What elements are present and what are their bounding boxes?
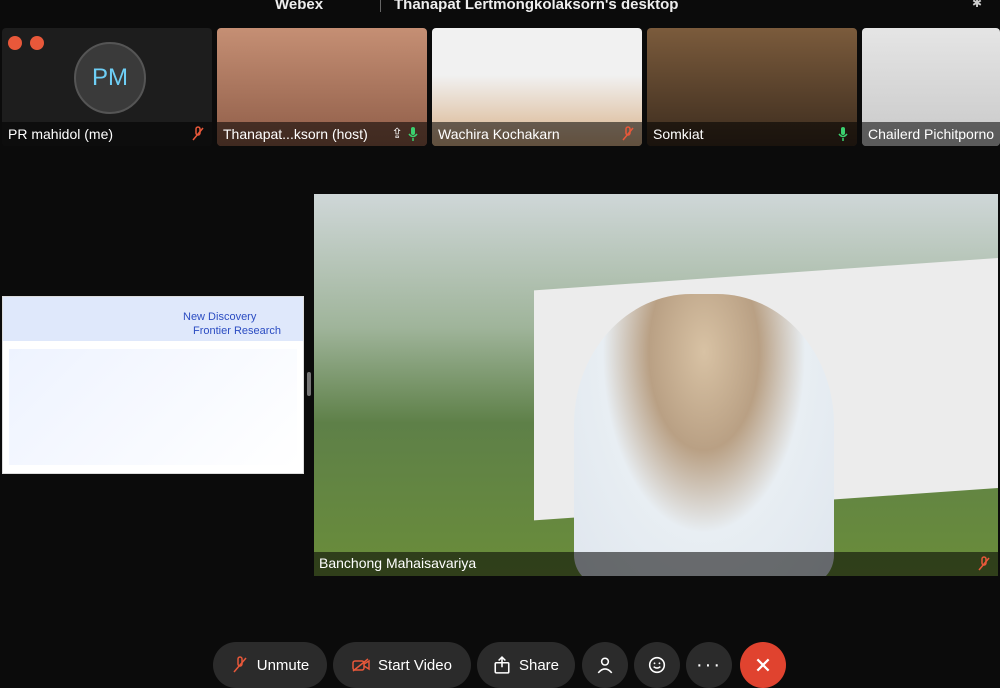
participant-name: Chailerd Pichitporno xyxy=(868,126,995,142)
speaker-figure xyxy=(574,294,834,576)
active-speaker-video[interactable]: Banchong Mahaisavariya xyxy=(314,194,998,576)
mic-on-icon xyxy=(408,127,418,141)
start-video-button[interactable]: Start Video xyxy=(333,642,471,688)
title-separator xyxy=(380,0,381,12)
start-video-label: Start Video xyxy=(378,656,452,674)
unmute-label: Unmute xyxy=(256,656,310,674)
slide-header: New Discovery Frontier Research xyxy=(3,297,303,341)
reactions-button[interactable] xyxy=(634,642,680,688)
participant-tile-wachira[interactable]: Wachira Kochakarn xyxy=(432,28,642,146)
sharing-icon: ⇪ xyxy=(391,125,403,141)
sharing-title: Thanapat Lertmongkolaksorn's desktop xyxy=(394,0,679,13)
resize-handle[interactable] xyxy=(307,372,311,396)
participant-tile-host[interactable]: Thanapat...ksorn (host) ⇪ xyxy=(217,28,427,146)
recording-badge xyxy=(30,36,44,50)
share-icon xyxy=(494,656,510,674)
speaker-name: Banchong Mahaisavariya xyxy=(319,555,477,571)
participant-tile-chailerd[interactable]: Chailerd Pichitporno xyxy=(862,28,1000,146)
participant-name: Somkiat xyxy=(653,126,704,142)
slide-title-2: Frontier Research xyxy=(193,325,282,337)
close-icon xyxy=(756,658,770,672)
tile-name-bar: Chailerd Pichitporno xyxy=(862,122,1000,146)
participant-tile-somkiat[interactable]: Somkiat xyxy=(647,28,857,146)
share-button[interactable]: Share xyxy=(477,642,575,688)
participants-button[interactable] xyxy=(582,642,628,688)
tile-name-bar: Somkiat xyxy=(647,122,857,146)
participant-name: PR mahidol (me) xyxy=(8,126,114,142)
mic-on-icon xyxy=(838,127,848,141)
smiley-icon xyxy=(648,656,666,674)
video-off-icon xyxy=(352,658,370,672)
unmute-button[interactable]: Unmute xyxy=(213,642,327,688)
share-label: Share xyxy=(518,656,560,674)
leave-meeting-button[interactable] xyxy=(740,642,786,688)
more-options-button[interactable]: ··· xyxy=(686,642,732,688)
participant-name: Thanapat...ksorn (host) xyxy=(223,126,368,142)
tile-name-bar: Thanapat...ksorn (host) ⇪ xyxy=(217,122,427,146)
mic-muted-icon xyxy=(622,126,634,141)
notification-badge xyxy=(8,36,22,50)
title-bar: Webex Thanapat Lertmongkolaksorn's deskt… xyxy=(0,0,1000,14)
mic-muted-icon xyxy=(233,656,247,673)
person-icon xyxy=(597,657,613,674)
bluetooth-icon: ✱ xyxy=(972,0,983,10)
avatar: PM xyxy=(74,42,146,114)
slide-body xyxy=(9,349,297,465)
slide-title-1: New Discovery xyxy=(183,311,257,323)
tile-name-bar: PR mahidol (me) xyxy=(2,122,212,146)
tile-name-bar: Wachira Kochakarn xyxy=(432,122,642,146)
speaker-name-bar: Banchong Mahaisavariya xyxy=(314,552,998,576)
app-name: Webex xyxy=(275,0,324,13)
mic-muted-icon xyxy=(192,126,204,141)
shared-content-thumbnail[interactable]: New Discovery Frontier Research xyxy=(2,296,304,474)
mic-muted-icon xyxy=(978,556,990,571)
participant-name: Wachira Kochakarn xyxy=(438,126,560,142)
tile-badges xyxy=(8,36,44,50)
participant-tile-me[interactable]: PM PR mahidol (me) xyxy=(2,28,212,146)
more-icon: ··· xyxy=(696,653,722,676)
